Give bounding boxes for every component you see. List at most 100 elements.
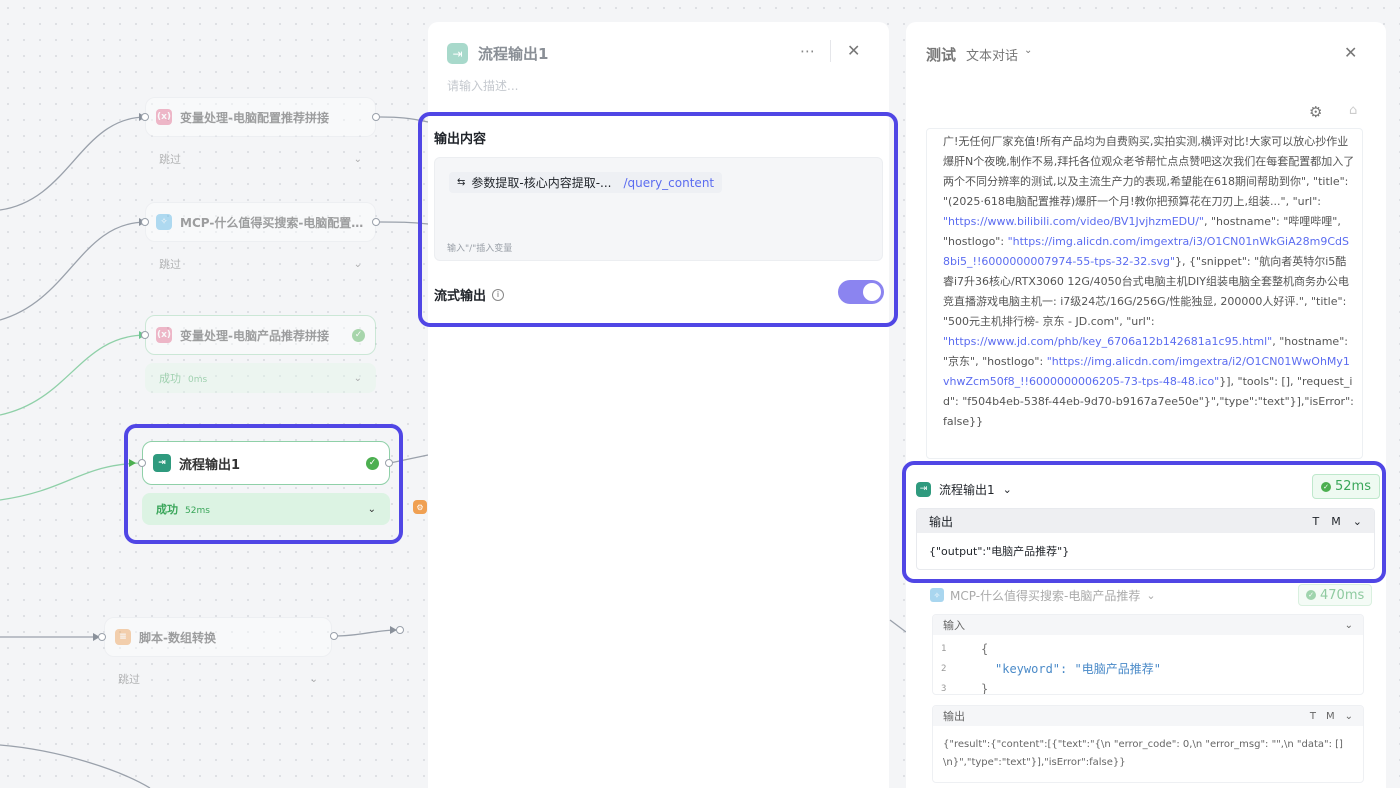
mcp-output-card: 输出 T M ⌄ {"result":{"content":[{"text":"… xyxy=(932,705,1364,783)
output-port[interactable] xyxy=(330,632,338,640)
flow-output-icon: ⇥ xyxy=(153,454,171,472)
result-block-title: 流程输出1 xyxy=(939,482,995,497)
node-config-panel: ⇥ 流程输出1 ⋯ ✕ 请输入描述... 输出内容 ⇆ 参数提取-核心内容提取-… xyxy=(418,22,898,788)
chevron-down-icon[interactable]: ⌄ xyxy=(1353,515,1362,528)
edge xyxy=(0,221,146,321)
description-input[interactable]: 请输入描述... xyxy=(447,77,518,94)
text-format-button[interactable]: T xyxy=(1310,711,1316,722)
code-line: { xyxy=(981,642,989,656)
node-icon-partial: ⚙ xyxy=(413,500,427,514)
input-port[interactable] xyxy=(141,331,149,339)
streaming-toggle[interactable] xyxy=(838,280,884,304)
chevron-down-icon: ⌄ xyxy=(353,258,362,270)
code-line: "keyword": "电脑产品推荐" xyxy=(995,662,1161,676)
flow-output-icon: ⇥ xyxy=(447,43,468,64)
node-status-skipped[interactable]: 跳过 ⌄ xyxy=(145,249,376,279)
panel-title[interactable]: 流程输出1 xyxy=(478,43,548,64)
output-value: {"result":{"content":[{"text":"{\n "erro… xyxy=(943,739,1343,768)
markdown-format-button[interactable]: M xyxy=(1331,515,1341,528)
response-log: 广!无任何厂家充值!所有产品均为自费购买,实拍实测,横评对比!大家可以放心抄作业… xyxy=(943,132,1355,450)
node-title: 脚本-数组转换 xyxy=(139,630,216,645)
edge xyxy=(0,744,151,788)
log-link[interactable]: "https://www.jd.com/phb/key_6706a12b1426… xyxy=(943,335,1272,348)
workflow-node-mcp-config[interactable]: ✧ MCP-什么值得买搜索-电脑配置推... xyxy=(145,202,376,242)
test-panel: 测试 文本对话 ⌄ ✕ ⚙ ⌂ 广!无任何厂家充值!所有产品均为自费购买,实拍实… xyxy=(902,22,1386,788)
node-title: 变量处理-电脑产品推荐拼接 xyxy=(180,328,329,343)
mode-dropdown[interactable]: 文本对话 ⌄ xyxy=(966,45,1032,64)
input-card-header: 输入 ⌄ xyxy=(933,615,1363,635)
variable-icon: (x) xyxy=(156,109,172,125)
divider xyxy=(830,40,831,62)
output-content-editor[interactable]: ⇆ 参数提取-核心内容提取-... /query_content 输入"/"插入… xyxy=(434,157,883,261)
output-card-header: 输出 T M ⌄ xyxy=(933,706,1363,726)
output-port[interactable] xyxy=(372,113,380,121)
workflow-node-variable-product[interactable]: (x) 变量处理-电脑产品推荐拼接 ✓ xyxy=(145,315,376,355)
chevron-down-icon[interactable]: ⌄ xyxy=(1345,620,1353,631)
text-format-button[interactable]: T xyxy=(1313,515,1320,528)
node-title: 流程输出1 xyxy=(179,457,241,473)
duration-badge: ✓ 470ms xyxy=(1298,584,1373,606)
close-icon[interactable]: ✕ xyxy=(1344,43,1357,62)
chevron-down-icon: ⌄ xyxy=(1146,588,1156,602)
node-status-skipped[interactable]: 跳过 ⌄ xyxy=(145,144,376,174)
output-card: 输出 T M ⌄ {"output":"电脑产品推荐"} xyxy=(916,508,1375,570)
node-status-skipped[interactable]: 跳过 ⌄ xyxy=(104,664,332,694)
chevron-down-icon: ⌄ xyxy=(353,153,362,165)
status-text: 跳过 xyxy=(118,673,140,686)
output-port[interactable] xyxy=(372,218,380,226)
chevron-down-icon: ⌄ xyxy=(309,673,318,685)
flow-output-icon: ⇥ xyxy=(916,481,931,497)
output-port[interactable] xyxy=(385,459,393,467)
workflow-node-variable-config[interactable]: (x) 变量处理-电脑配置推荐拼接 xyxy=(145,97,376,137)
workflow-node-flow-output[interactable]: ⇥ 流程输出1 ✓ xyxy=(142,441,390,485)
input-port[interactable] xyxy=(98,633,106,641)
node-status-success[interactable]: 成功 0ms ⌄ xyxy=(145,363,376,393)
output-label: 输出 xyxy=(929,514,954,529)
input-port[interactable] xyxy=(396,626,404,634)
mode-label: 文本对话 xyxy=(966,49,1019,64)
edge xyxy=(335,629,399,637)
more-icon[interactable]: ⋯ xyxy=(800,42,815,60)
success-check-icon: ✓ xyxy=(1321,481,1331,492)
chevron-down-icon[interactable]: ⌄ xyxy=(1345,711,1353,722)
workflow-node-script[interactable]: ≡ 脚本-数组转换 xyxy=(104,617,332,657)
code-gutter: 1 2 3 xyxy=(941,639,947,694)
output-label: 输出 xyxy=(943,710,965,723)
status-text: 跳过 xyxy=(159,153,181,166)
duration-badge: ✓ 52ms xyxy=(1312,474,1380,499)
result-block-header[interactable]: ⇥ 流程输出1 ⌄ xyxy=(916,476,1380,502)
status-time: 0ms xyxy=(188,375,208,385)
node-title: MCP-什么值得买搜索-电脑配置推... xyxy=(180,215,365,230)
insert-hint: 输入"/"插入变量 xyxy=(447,244,513,254)
duration-text: 470ms xyxy=(1320,587,1365,603)
code-editor[interactable]: { "keyword": "电脑产品推荐" } xyxy=(981,639,1161,694)
edge xyxy=(889,619,907,633)
line-number: 2 xyxy=(941,664,947,674)
log-text: "url": xyxy=(1292,195,1321,208)
success-check-icon: ✓ xyxy=(366,456,379,470)
output-card-header: 输出 T M ⌄ xyxy=(917,509,1374,533)
markdown-format-button[interactable]: M xyxy=(1326,711,1335,722)
success-check-icon: ✓ xyxy=(352,328,365,342)
variable-chip-label: 参数提取-核心内容提取-... xyxy=(471,176,612,190)
input-port[interactable] xyxy=(138,459,146,467)
status-text: 成功 xyxy=(156,503,178,516)
info-icon[interactable]: i xyxy=(492,288,505,301)
clear-icon[interactable]: ⌂ xyxy=(1349,103,1357,118)
variable-icon: (x) xyxy=(156,327,172,343)
streaming-label: 流式输出 xyxy=(434,289,487,304)
settings-gear-icon[interactable]: ⚙ xyxy=(1309,103,1322,121)
close-icon[interactable]: ✕ xyxy=(847,41,860,60)
input-port[interactable] xyxy=(141,218,149,226)
input-port[interactable] xyxy=(141,113,149,121)
mcp-block-title: MCP-什么值得买搜索-电脑产品推荐 xyxy=(950,588,1141,603)
variable-icon: ⇆ xyxy=(457,177,466,188)
edge xyxy=(0,462,144,501)
chevron-down-icon: ⌄ xyxy=(367,503,376,515)
node-status-success[interactable]: 成功 52ms ⌄ xyxy=(142,493,390,525)
success-check-icon: ✓ xyxy=(1306,590,1316,600)
chevron-down-icon: ⌄ xyxy=(1002,482,1012,496)
variable-chip[interactable]: ⇆ 参数提取-核心内容提取-... /query_content xyxy=(449,172,723,193)
edge xyxy=(0,116,146,211)
log-link[interactable]: "https://www.bilibili.com/video/BV1Jvjhz… xyxy=(943,215,1204,228)
